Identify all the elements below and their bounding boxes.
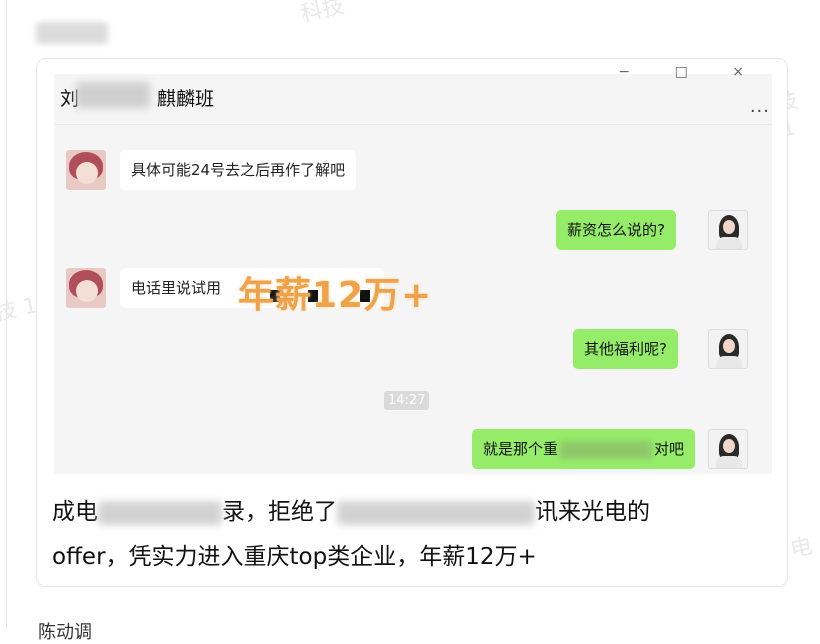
contact-avatar[interactable] <box>66 268 106 308</box>
window-controls[interactable]: − □ × <box>618 64 764 80</box>
chat-title-suffix: 麒麟班 <box>157 88 215 110</box>
caption-text: 录，拒绝了 <box>222 499 337 525</box>
caption-line-1: 成电 录，拒绝了 讯来光电的 <box>52 492 650 526</box>
chat-header: 刘麒麟班 − □ × ... <box>54 64 772 125</box>
blurred-title <box>76 82 150 108</box>
caption-text: 讯来光电的 <box>535 499 650 525</box>
contact-avatar[interactable] <box>66 150 106 190</box>
blurred-author-name <box>36 22 108 44</box>
message-bubble: 就是那个重 对吧 <box>472 429 696 469</box>
message-timestamp: 14:27 <box>384 391 430 410</box>
message-text-before: 就是那个重 <box>483 440 559 458</box>
caption-text: 成电 <box>52 499 98 525</box>
message-bubble: 具体可能24号去之后再作了解吧 <box>120 150 357 190</box>
salary-overlay-text: 年薪12万+ <box>238 275 433 316</box>
watermark: 电 <box>788 533 815 563</box>
watermark: 科技 <box>298 0 347 28</box>
caption-line-2: offer，凭实力进入重庆top类企业，年薪12万+ <box>52 544 537 570</box>
message-bubble: 薪资怎么说的? <box>556 210 676 250</box>
footer-partial-text: 陈动调 <box>38 622 92 643</box>
more-options-icon[interactable]: ... <box>750 96 770 117</box>
blurred-text <box>337 500 535 525</box>
user-avatar[interactable] <box>708 429 748 469</box>
user-avatar[interactable] <box>708 210 748 250</box>
blurred-text <box>98 500 222 525</box>
message-bubble: 其他福利呢? <box>573 329 678 369</box>
blurred-text <box>560 440 653 459</box>
message-text-after: 对吧 <box>654 440 685 458</box>
user-avatar[interactable] <box>708 329 748 369</box>
